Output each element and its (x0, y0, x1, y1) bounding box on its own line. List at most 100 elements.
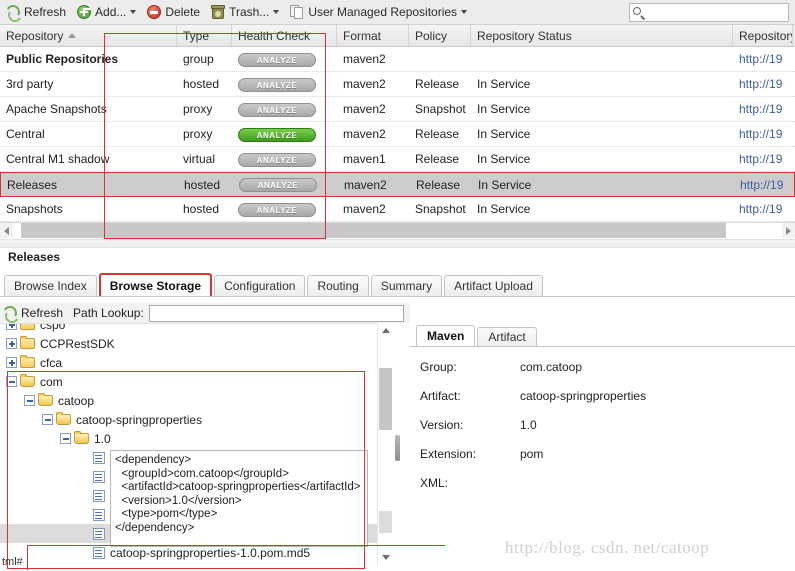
tab-browse-storage[interactable]: Browse Storage (98, 273, 213, 297)
file-icon (92, 527, 106, 541)
column-header-repository-url[interactable]: Repository (733, 25, 793, 46)
expand-plus-icon[interactable] (6, 357, 17, 368)
nexus-repository-manager: Refresh Add... Delete Trash... User Mana… (0, 0, 795, 571)
user-managed-repositories-button[interactable]: User Managed Repositories (286, 2, 472, 23)
delete-button[interactable]: Delete (143, 2, 205, 23)
tree-folder-node[interactable]: cfca (0, 353, 378, 372)
tree-folder-node[interactable]: com (0, 372, 378, 391)
tree-folder-node[interactable]: catoop (0, 391, 378, 410)
hscrollbar-thumb[interactable] (21, 222, 726, 238)
tab-artifact-upload[interactable]: Artifact Upload (444, 275, 543, 297)
cell-format: maven2 (343, 127, 386, 141)
tree-folder-node[interactable]: 1.0 (0, 429, 378, 448)
trash-button[interactable]: Trash... (207, 2, 284, 23)
table-row[interactable]: Central M1 shadow virtual ANALYZE maven1 Rel… (0, 147, 795, 172)
column-header-policy[interactable]: Policy (409, 25, 471, 46)
refresh-button[interactable]: Refresh (2, 2, 71, 23)
tab-summary[interactable]: Summary (370, 275, 443, 297)
cell-format: maven1 (343, 152, 386, 166)
table-row[interactable]: Public Repositories group ANALYZE maven2 htt… (0, 47, 795, 72)
collapse-minus-icon[interactable] (60, 433, 71, 444)
table-row[interactable]: Snapshots hosted ANALYZE maven2 Snapshot In S… (0, 197, 795, 222)
hscrollbar-track[interactable] (13, 222, 782, 239)
detail-tab-maven[interactable]: Maven (416, 325, 476, 347)
detail-value-version: 1.0 (520, 418, 537, 432)
column-header-repository[interactable]: Repository (0, 25, 177, 46)
refresh-label: Refresh (24, 5, 67, 19)
tree-vertical-scrollbar[interactable] (377, 323, 392, 565)
search-icon (632, 6, 646, 20)
collapse-minus-icon[interactable] (42, 414, 53, 425)
trash-icon (210, 4, 226, 20)
cell-url: http://19 (739, 127, 783, 141)
analyze-button[interactable]: ANALYZE (238, 102, 316, 117)
cell-status: In Service (477, 127, 531, 141)
cell-status: In Service (478, 177, 532, 192)
analyze-button[interactable]: ANALYZE (238, 77, 316, 92)
refresh-icon (5, 4, 21, 20)
collapse-minus-icon[interactable] (6, 376, 17, 387)
tab-routing[interactable]: Routing (307, 275, 369, 297)
analyze-button[interactable]: ANALYZE (238, 152, 316, 167)
scroll-up-arrow-icon[interactable] (378, 323, 393, 338)
tree-folder-node[interactable]: CCPRestSDK (0, 334, 378, 353)
vscrollbar-thumb-secondary[interactable] (379, 511, 392, 533)
column-header-repository-status[interactable]: Repository Status (471, 25, 733, 46)
path-lookup-input[interactable] (149, 305, 403, 321)
table-row[interactable]: Central proxy ANALYZE maven2 Release In Servi… (0, 122, 795, 147)
xml-snippet-box[interactable]: <dependency> <groupId>com.catoop</groupI… (110, 450, 368, 547)
grid-horizontal-scrollbar[interactable] (0, 222, 795, 239)
detail-label-group: Group: (420, 360, 457, 374)
vscrollbar-thumb[interactable] (379, 368, 392, 430)
analyze-button[interactable]: ANALYZE (238, 127, 316, 142)
tree-folder-node[interactable]: cspo (0, 324, 378, 334)
splitter-grip[interactable] (395, 435, 400, 461)
tab-configuration[interactable]: Configuration (214, 275, 306, 297)
scroll-left-arrow-icon[interactable] (0, 223, 13, 239)
analyze-button[interactable]: ANALYZE (239, 178, 317, 192)
cell-repository: Snapshots (6, 202, 63, 216)
cell-health-check: ANALYZE (233, 177, 338, 192)
cell-health-check: ANALYZE (232, 102, 337, 117)
tree-folder-node[interactable]: catoop-springproperties (0, 410, 378, 429)
cell-url: http://19 (739, 77, 783, 91)
tabs-underline (0, 296, 795, 297)
expand-plus-icon[interactable] (6, 324, 17, 330)
collapse-minus-icon[interactable] (24, 395, 35, 406)
table-row[interactable]: Releases hosted ANALYZE maven2 Release In Ser… (0, 172, 795, 197)
cell-url: http://19 (739, 152, 783, 166)
column-header-health-check[interactable]: Health Check (232, 25, 337, 46)
bottom-annotation-line-vertical (27, 545, 28, 570)
main-toolbar: Refresh Add... Delete Trash... User Mana… (0, 0, 795, 25)
detail-tab-artifact[interactable]: Artifact (477, 327, 537, 347)
pages-icon (289, 4, 305, 20)
add-button[interactable]: Add... (73, 2, 141, 23)
tree-file-node[interactable]: catoop-springproperties-1.0.pom.sha1 (0, 562, 378, 566)
tab-browse-index[interactable]: Browse Index (4, 275, 97, 297)
search-input[interactable] (648, 5, 784, 20)
tree-node-label: catoop-springproperties-1.0.pom.md5 (110, 545, 311, 560)
table-row[interactable]: 3rd party hosted ANALYZE maven2 Release In Se… (0, 72, 795, 97)
column-header-type[interactable]: Type (177, 25, 232, 46)
detail-value-extension: pom (520, 447, 544, 461)
cell-format: maven2 (343, 202, 386, 216)
search-box[interactable] (629, 3, 789, 22)
panel-splitter[interactable] (393, 323, 402, 565)
folder-icon (20, 355, 36, 369)
cell-type: proxy (183, 127, 213, 141)
cell-policy: Release (415, 77, 460, 91)
tree-node-label: com (40, 374, 63, 389)
scroll-down-arrow-icon[interactable] (378, 550, 393, 565)
path-lookup-field[interactable] (148, 304, 404, 322)
expand-plus-icon[interactable] (6, 338, 17, 349)
column-header-format[interactable]: Format (337, 25, 409, 46)
delete-icon (146, 4, 162, 20)
table-row[interactable]: Apache Snapshots proxy ANALYZE maven2 Snapsh… (0, 97, 795, 122)
storage-refresh-button[interactable]: Refresh (0, 304, 67, 322)
analyze-button[interactable]: ANALYZE (238, 202, 316, 217)
cell-url: http://19 (739, 52, 783, 66)
scroll-right-arrow-icon[interactable] (782, 223, 795, 239)
analyze-button[interactable]: ANALYZE (238, 52, 316, 67)
